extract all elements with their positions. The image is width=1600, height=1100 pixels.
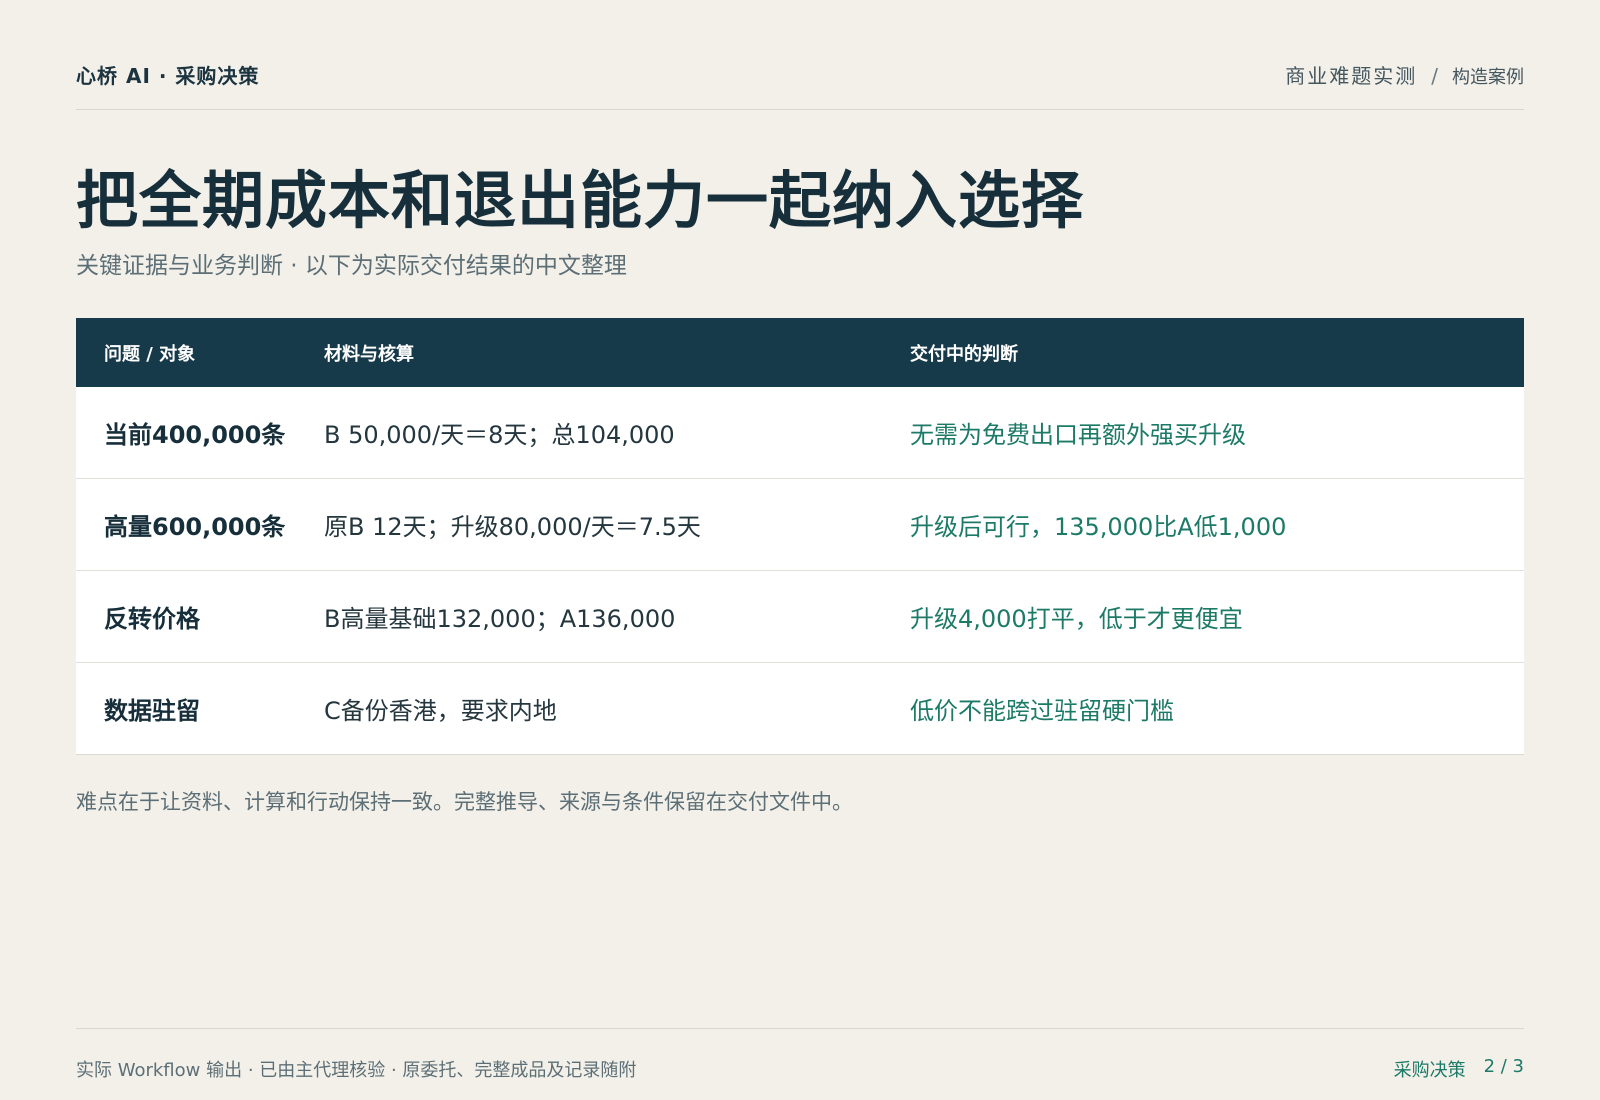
footer: 实际 Workflow 输出 · 已由主代理核验 · 原委托、完整成品及记录随附… <box>76 1028 1524 1082</box>
brand-label: 心桥 AI · 采购决策 <box>76 64 260 88</box>
footer-section: 采购决策 <box>1393 1059 1466 1081</box>
row-materials: B高量基础132,000；A136,000 <box>324 605 676 633</box>
row-materials: C备份香港，要求内地 <box>324 697 557 725</box>
table-header: 问题 / 对象 材料与核算 交付中的判断 <box>76 318 1524 387</box>
decision-table: 问题 / 对象 材料与核算 交付中的判断 当前400,000条 B 50,000… <box>76 318 1524 755</box>
top-bar: 心桥 AI · 采购决策 商业难题实测 / 构造案例 <box>76 56 1524 110</box>
footer-right: 采购决策 2 / 3 <box>1394 1056 1524 1082</box>
row-materials: B 50,000/天＝8天；总104,000 <box>324 421 675 449</box>
header-cell-issue: 问题 / 对象 <box>104 343 196 365</box>
row-issue: 反转价格 <box>104 605 200 633</box>
page-number: 2 / 3 <box>1483 1055 1524 1077</box>
header-cell-judgement: 交付中的判断 <box>910 343 1018 365</box>
nav-secondary: 构造案例 <box>1452 67 1524 88</box>
row-materials: 原B 12天；升级80,000/天＝7.5天 <box>324 513 701 541</box>
footer-source: 实际 Workflow 输出 · 已由主代理核验 · 原委托、完整成品及记录随附 <box>76 1059 637 1081</box>
row-judgement: 低价不能跨过驻留硬门槛 <box>910 697 1174 725</box>
table-row: 当前400,000条 B 50,000/天＝8天；总104,000 无需为免费出… <box>76 387 1524 479</box>
table-row: 高量600,000条 原B 12天；升级80,000/天＝7.5天 升级后可行，… <box>76 479 1524 571</box>
row-judgement: 升级4,000打平，低于才更便宜 <box>910 605 1243 633</box>
page-subtitle: 关键证据与业务判断 · 以下为实际交付结果的中文整理 <box>76 253 627 279</box>
header-cell-materials: 材料与核算 <box>324 343 414 365</box>
row-judgement: 无需为免费出口再额外强买升级 <box>910 421 1246 449</box>
nav-primary: 商业难题实测 <box>1285 64 1418 88</box>
row-issue: 高量600,000条 <box>104 513 286 541</box>
table-row: 数据驻留 C备份香港，要求内地 低价不能跨过驻留硬门槛 <box>76 663 1524 755</box>
row-judgement: 升级后可行，135,000比A低1,000 <box>910 513 1287 541</box>
top-nav: 商业难题实测 / 构造案例 <box>1285 56 1524 89</box>
nav-separator: / <box>1431 64 1438 88</box>
footnote: 难点在于让资料、计算和行动保持一致。完整推导、来源与条件保留在交付文件中。 <box>76 790 853 814</box>
page-title: 把全期成本和退出能力一起纳入选择 <box>76 164 1085 237</box>
row-issue: 数据驻留 <box>104 697 200 725</box>
row-issue: 当前400,000条 <box>104 421 286 449</box>
slide-page: 心桥 AI · 采购决策 商业难题实测 / 构造案例 把全期成本和退出能力一起纳… <box>0 0 1600 1100</box>
table-row: 反转价格 B高量基础132,000；A136,000 升级4,000打平，低于才… <box>76 571 1524 663</box>
